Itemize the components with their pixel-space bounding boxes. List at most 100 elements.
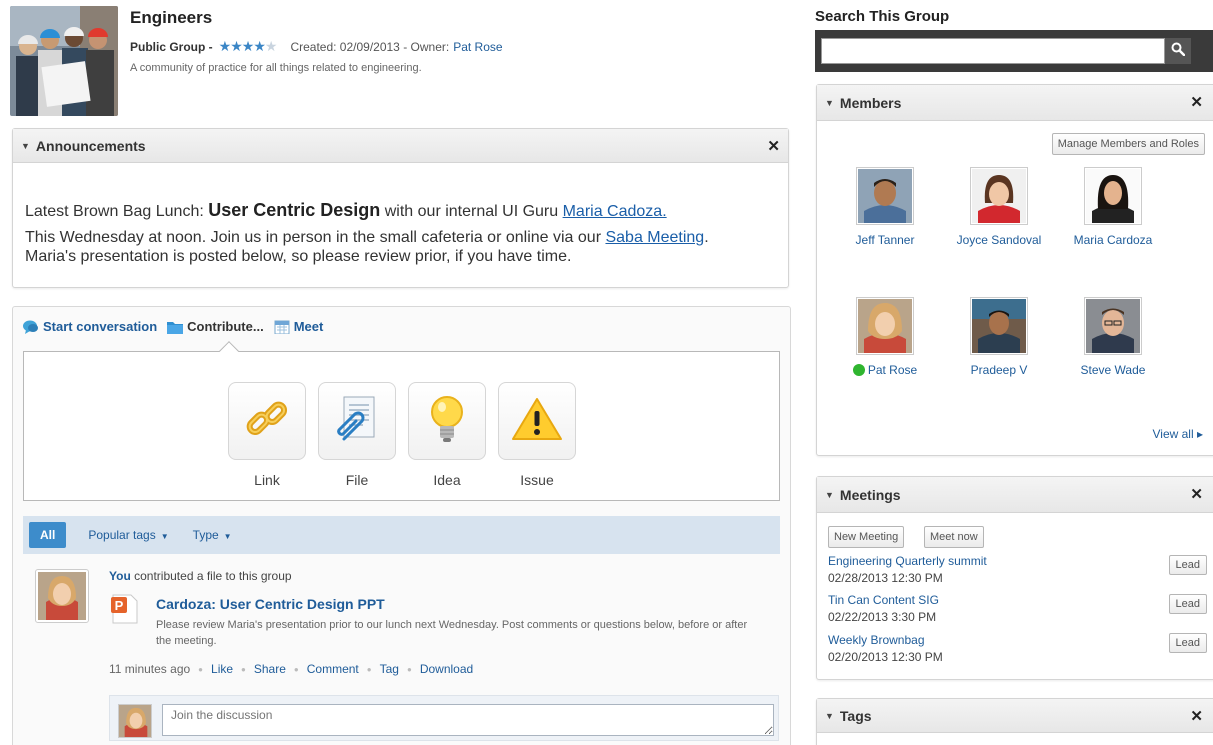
announcement-text: with our internal UI Guru [380,203,563,220]
chevron-down-icon: ▼ [223,532,232,541]
meeting-date: 02/20/2013 12:30 PM [828,650,943,664]
member-name[interactable]: Steve Wade [1053,363,1173,377]
close-icon[interactable]: ✕ [1190,707,1203,725]
contribute-link-button[interactable] [228,382,306,460]
meeting-title-link[interactable]: Engineering Quarterly summit [828,554,987,568]
announcements-panel: ▼ Announcements ✕ Latest Brown Bag Lunch… [12,128,789,288]
lead-meeting-button[interactable]: Lead [1168,555,1207,575]
meeting-date: 02/28/2013 12:30 PM [828,571,943,585]
discussion-box [109,695,779,741]
members-title: Members [839,94,902,111]
meet-now-button[interactable]: Meet now [924,526,984,548]
announcements-header[interactable]: ▼ Announcements ✕ [13,129,788,163]
member-pat-rose[interactable]: Pat Rose [825,297,945,377]
meeting-title-link[interactable]: Tin Can Content SIG [828,593,939,607]
tab-label: Meet [293,319,324,334]
member-jeff-tanner[interactable]: Jeff Tanner [825,167,945,247]
folder-icon [167,320,184,334]
post-title-link[interactable]: Cardoza: User Centric Design PPT [156,596,385,612]
like-link[interactable]: Like [211,662,233,676]
member-joyce-sandoval[interactable]: Joyce Sandoval [939,167,1059,247]
share-link[interactable]: Share [254,662,286,676]
tab-contribute[interactable]: Contribute... [167,319,264,334]
download-link[interactable]: Download [420,662,473,676]
member-name[interactable]: Pradeep V [939,363,1059,377]
post-description: Please review Maria's presentation prior… [156,619,748,647]
collapse-triangle-icon[interactable]: ▼ [825,98,834,108]
contribute-idea-button[interactable] [408,382,486,460]
announcement-text: Latest Brown Bag Lunch: [25,203,209,220]
announcement-text: . [704,229,709,246]
saba-meeting-link[interactable]: Saba Meeting [605,229,704,246]
issue-label: Issue [520,472,554,488]
member-name[interactable]: Jeff Tanner [825,233,945,247]
popular-tags-dropdown[interactable]: Popular tags ▼ [88,528,168,542]
search-icon [1171,42,1186,61]
member-photo [970,297,1028,355]
view-all-members-link[interactable]: View all ▸ [1153,427,1204,441]
group-created: Created: 02/09/2013 - Owner: [290,39,450,54]
lead-meeting-button[interactable]: Lead [1168,594,1207,614]
file-label: File [345,472,369,488]
comment-link[interactable]: Comment [307,662,359,676]
announcement-text: This Wednesday at noon. Join us in perso… [25,229,606,246]
member-name[interactable]: Pat Rose [825,363,945,377]
maria-cadoza-link[interactable]: Maria Cadoza. [563,203,667,220]
tab-start-conversation[interactable]: Start conversation [23,319,157,334]
svg-text:P: P [115,598,124,613]
announcement-body: Latest Brown Bag Lunch: User Centric Des… [13,163,788,266]
tab-meet[interactable]: Meet [274,319,324,334]
search-button[interactable] [1165,38,1191,64]
member-photo [1084,297,1142,355]
group-title: Engineers [130,8,213,27]
meetings-header[interactable]: ▼ Meetings ✕ [817,477,1213,513]
online-status-icon [852,364,865,376]
collapse-triangle-icon[interactable]: ▼ [21,141,30,151]
close-icon[interactable]: ✕ [1190,485,1203,503]
avatar[interactable] [35,569,89,623]
member-photo [856,167,914,225]
member-photo [1084,167,1142,225]
chevron-down-icon: ▼ [160,532,169,541]
tab-label: Start conversation [43,319,158,334]
member-photo [970,167,1028,225]
member-steve-wade[interactable]: Steve Wade [1053,297,1173,377]
owner-link[interactable]: Pat Rose [453,40,502,54]
group-type: Public Group - [130,39,213,54]
search-label: Search This Group [815,8,950,25]
member-name[interactable]: Joyce Sandoval [939,233,1059,247]
close-icon[interactable]: ✕ [1190,93,1203,111]
announcements-title: Announcements [35,137,146,154]
all-filter-button[interactable]: All [29,522,67,548]
tags-title: Tags [839,707,872,724]
meeting-title-link[interactable]: Weekly Brownbag [828,633,925,647]
members-header[interactable]: ▼ Members ✕ [817,85,1213,121]
close-icon[interactable]: ✕ [767,137,780,155]
post-action-text: contributed a file to this group [130,569,292,583]
group-description: A community of practice for all things r… [130,62,422,74]
post-actor-link[interactable]: You [109,569,131,583]
rating-stars[interactable]: ★★★★★ [219,38,278,55]
tag-link[interactable]: Tag [380,662,399,676]
lead-meeting-button[interactable]: Lead [1168,633,1207,653]
contribute-file-button[interactable] [318,382,396,460]
search-input[interactable] [821,38,1165,64]
post-header: You contributed a file to this group [109,569,292,583]
discussion-input[interactable] [162,704,774,736]
tags-header[interactable]: ▼ Tags ✕ [817,699,1213,733]
member-name-text: Pat Rose [867,363,918,377]
member-pradeep-v[interactable]: Pradeep V [939,297,1059,377]
search-bar [815,30,1213,72]
meeting-date: 02/22/2013 3:30 PM [828,610,937,624]
new-meeting-button[interactable]: New Meeting [828,526,905,548]
manage-members-button[interactable]: Manage Members and Roles [1051,133,1205,155]
collapse-triangle-icon[interactable]: ▼ [825,490,834,500]
announcement-text: Maria's presentation is posted below, so… [25,248,572,265]
type-dropdown[interactable]: Type ▼ [193,528,232,542]
member-maria-cardoza[interactable]: Maria Cardoza [1053,167,1173,247]
member-name[interactable]: Maria Cardoza [1053,233,1173,247]
dropdown-label: Type [192,528,219,542]
contribute-issue-button[interactable] [498,382,576,460]
link-label: Link [254,472,280,488]
collapse-triangle-icon[interactable]: ▼ [825,711,834,721]
